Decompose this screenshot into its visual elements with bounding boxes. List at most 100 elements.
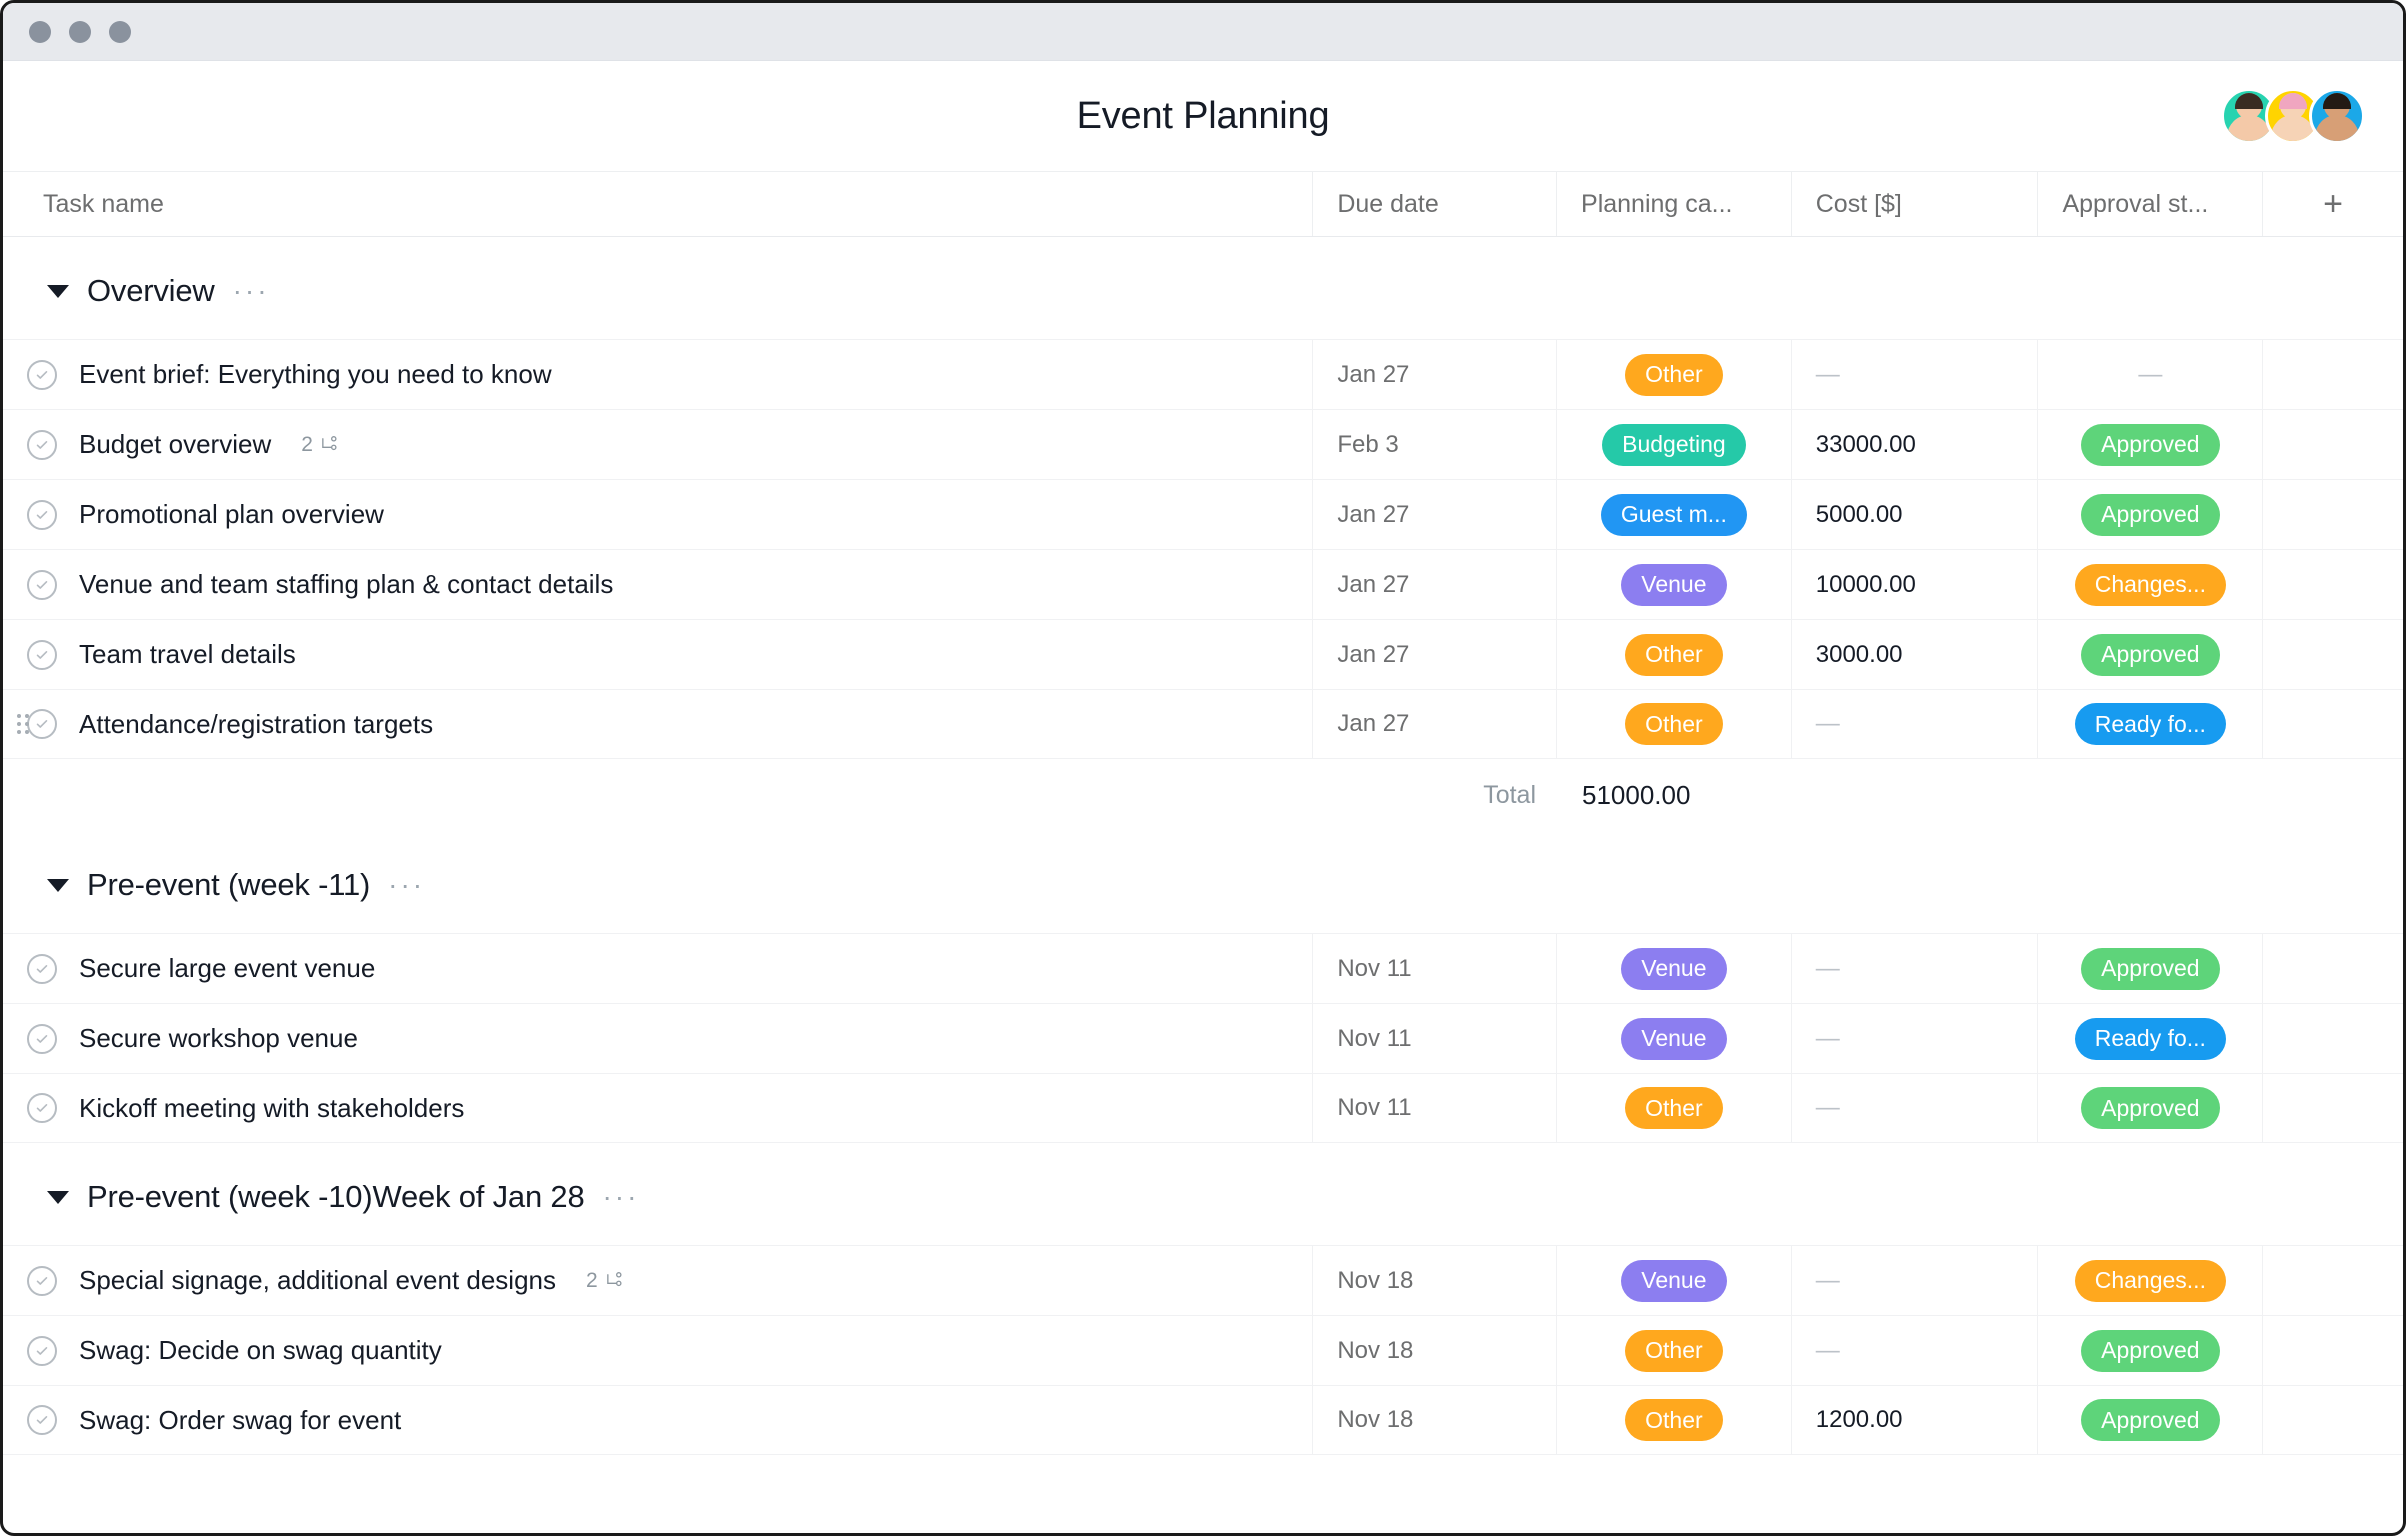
approval-status-cell[interactable]: Changes... (2037, 550, 2262, 619)
planning-category-cell[interactable]: Other (1556, 1316, 1791, 1385)
due-date-cell[interactable]: Feb 3 (1312, 410, 1556, 479)
complete-task-button[interactable] (27, 569, 57, 600)
approval-status-cell[interactable]: Ready fo... (2037, 690, 2262, 758)
row-extra-cell[interactable] (2262, 410, 2403, 479)
planning-category-cell[interactable]: Venue (1556, 550, 1791, 619)
approval-status-cell[interactable]: Changes... (2037, 1246, 2262, 1315)
table-row[interactable]: Secure workshop venue Nov 11 Venue — Ready f… (3, 1003, 2403, 1073)
due-date-cell[interactable]: Nov 18 (1312, 1386, 1556, 1454)
approval-status-cell[interactable]: — (2037, 340, 2262, 409)
task-name-cell[interactable]: Attendance/registration targets (3, 690, 1312, 758)
table-row[interactable]: Attendance/registration targets Jan 27 Oth… (3, 689, 2403, 759)
task-name-cell[interactable]: Budget overview 2 (3, 410, 1312, 479)
cost-cell[interactable]: — (1790, 1074, 2038, 1142)
approval-status-cell[interactable]: Approved (2037, 1074, 2262, 1142)
row-drag-handle[interactable] (17, 714, 31, 734)
complete-task-button[interactable] (27, 1405, 57, 1435)
due-date-cell[interactable]: Jan 27 (1312, 550, 1556, 619)
row-extra-cell[interactable] (2262, 1246, 2403, 1315)
column-header-approval-status[interactable]: Approval st... (2037, 172, 2262, 236)
complete-task-button[interactable] (27, 953, 57, 984)
task-name-cell[interactable]: Promotional plan overview (3, 480, 1312, 549)
section-menu-button[interactable]: ··· (388, 870, 425, 898)
add-column-button[interactable]: + (2262, 172, 2403, 236)
row-extra-cell[interactable] (2262, 620, 2403, 689)
cost-cell[interactable]: — (1790, 934, 2038, 1003)
approval-status-cell[interactable]: Approved (2037, 934, 2262, 1003)
planning-category-cell[interactable]: Venue (1556, 1004, 1791, 1073)
column-header-cost[interactable]: Cost [$] (1790, 172, 2038, 236)
planning-category-cell[interactable]: Other (1556, 620, 1791, 689)
planning-category-cell[interactable]: Budgeting (1556, 410, 1791, 479)
task-name-cell[interactable]: Team travel details (3, 620, 1312, 689)
planning-category-cell[interactable]: Venue (1556, 1246, 1791, 1315)
planning-category-cell[interactable]: Other (1556, 1386, 1791, 1454)
window-close-button[interactable] (29, 20, 51, 43)
column-header-planning-category[interactable]: Planning ca... (1556, 172, 1791, 236)
collapse-caret-icon[interactable] (47, 284, 69, 298)
complete-task-button[interactable] (27, 1023, 57, 1054)
row-extra-cell[interactable] (2262, 1004, 2403, 1073)
complete-task-button[interactable] (27, 1265, 57, 1296)
task-name-cell[interactable]: Swag: Order swag for event (3, 1386, 1312, 1454)
row-extra-cell[interactable] (2262, 340, 2403, 409)
cost-cell[interactable]: 5000.00 (1790, 480, 2038, 549)
approval-status-cell[interactable]: Approved (2037, 620, 2262, 689)
cost-cell[interactable]: — (1790, 1246, 2038, 1315)
row-extra-cell[interactable] (2262, 550, 2403, 619)
section-header[interactable]: Overview ··· (3, 237, 2403, 339)
planning-category-cell[interactable]: Venue (1556, 934, 1791, 1003)
cost-cell[interactable]: — (1790, 1004, 2038, 1073)
due-date-cell[interactable]: Nov 11 (1312, 1074, 1556, 1142)
due-date-cell[interactable]: Nov 18 (1312, 1246, 1556, 1315)
row-extra-cell[interactable] (2262, 1316, 2403, 1385)
table-row[interactable]: Budget overview 2 Feb 3 Budgeting 33000.00 Ap… (3, 409, 2403, 479)
row-extra-cell[interactable] (2262, 690, 2403, 758)
avatar[interactable] (2309, 88, 2365, 144)
cost-cell[interactable]: 10000.00 (1790, 550, 2038, 619)
table-row[interactable]: Swag: Order swag for event Nov 18 Other 120… (3, 1385, 2403, 1455)
task-name-cell[interactable]: Venue and team staffing plan & contact d… (3, 550, 1312, 619)
window-maximize-button[interactable] (109, 20, 131, 43)
table-row[interactable]: Event brief: Everything you need to know… (3, 339, 2403, 409)
due-date-cell[interactable]: Jan 27 (1312, 620, 1556, 689)
task-name-cell[interactable]: Event brief: Everything you need to know (3, 340, 1312, 409)
planning-category-cell[interactable]: Other (1556, 1074, 1791, 1142)
cost-cell[interactable]: — (1790, 1316, 2038, 1385)
due-date-cell[interactable]: Jan 27 (1312, 690, 1556, 758)
approval-status-cell[interactable]: Approved (2037, 1316, 2262, 1385)
complete-task-button[interactable] (27, 709, 57, 739)
planning-category-cell[interactable]: Guest m... (1556, 480, 1791, 549)
table-row[interactable]: Special signage, additional event design… (3, 1245, 2403, 1315)
task-name-cell[interactable]: Special signage, additional event design… (3, 1246, 1312, 1315)
row-extra-cell[interactable] (2262, 934, 2403, 1003)
approval-status-cell[interactable]: Ready fo... (2037, 1004, 2262, 1073)
table-row[interactable]: Kickoff meeting with stakeholders Nov 11 O… (3, 1073, 2403, 1143)
table-row[interactable]: Team travel details Jan 27 Other 3000.00 App… (3, 619, 2403, 689)
section-header[interactable]: Pre-event (week -10)Week of Jan 28 ··· (3, 1143, 2403, 1245)
column-header-due-date[interactable]: Due date (1312, 172, 1556, 236)
section-header[interactable]: Pre-event (week -11) ··· (3, 831, 2403, 933)
task-name-cell[interactable]: Kickoff meeting with stakeholders (3, 1074, 1312, 1142)
cost-cell[interactable]: 33000.00 (1790, 410, 2038, 479)
planning-category-cell[interactable]: Other (1556, 690, 1791, 758)
due-date-cell[interactable]: Jan 27 (1312, 480, 1556, 549)
cost-cell[interactable]: 1200.00 (1790, 1386, 2038, 1454)
cost-cell[interactable]: — (1790, 690, 2038, 758)
row-extra-cell[interactable] (2262, 480, 2403, 549)
window-minimize-button[interactable] (69, 20, 91, 43)
cost-cell[interactable]: — (1790, 340, 2038, 409)
section-menu-button[interactable]: ··· (233, 276, 270, 304)
complete-task-button[interactable] (27, 1335, 57, 1366)
collapse-caret-icon[interactable] (47, 878, 69, 892)
row-extra-cell[interactable] (2262, 1386, 2403, 1454)
table-row[interactable]: Venue and team staffing plan & contact d… (3, 549, 2403, 619)
task-name-cell[interactable]: Secure large event venue (3, 934, 1312, 1003)
approval-status-cell[interactable]: Approved (2037, 410, 2262, 479)
due-date-cell[interactable]: Jan 27 (1312, 340, 1556, 409)
due-date-cell[interactable]: Nov 11 (1312, 934, 1556, 1003)
due-date-cell[interactable]: Nov 11 (1312, 1004, 1556, 1073)
collapse-caret-icon[interactable] (47, 1190, 69, 1204)
task-name-cell[interactable]: Secure workshop venue (3, 1004, 1312, 1073)
column-header-task-name[interactable]: Task name (3, 172, 1312, 236)
